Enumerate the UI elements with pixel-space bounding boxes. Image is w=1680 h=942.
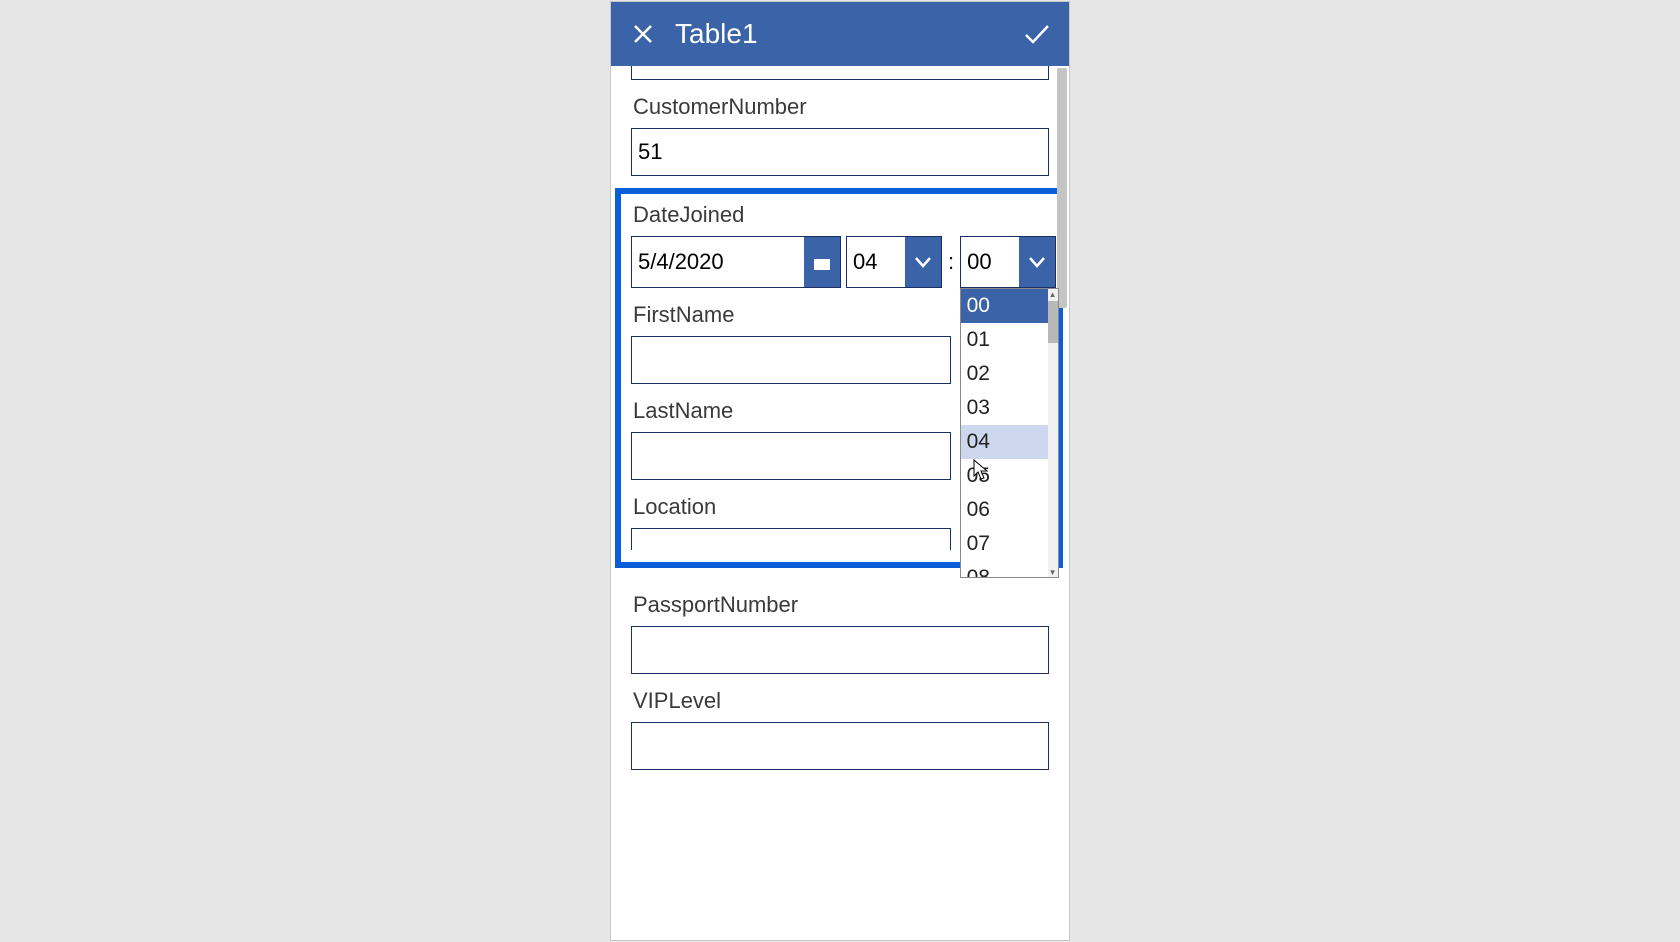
vip-input[interactable] xyxy=(631,722,1049,770)
hour-input[interactable] xyxy=(847,237,905,287)
time-separator: : xyxy=(947,249,955,275)
hour-dropdown-button[interactable] xyxy=(905,237,941,287)
location-input[interactable] xyxy=(631,528,951,550)
check-icon xyxy=(1023,23,1051,45)
field-passport: PassportNumber xyxy=(631,592,1049,674)
form-scroll-thumb[interactable] xyxy=(1057,68,1067,308)
chevron-down-icon xyxy=(1028,256,1046,268)
chevron-down-icon xyxy=(914,256,932,268)
first-name-input[interactable] xyxy=(631,336,951,384)
minute-option[interactable]: 08 xyxy=(961,561,1058,578)
minute-input[interactable] xyxy=(961,237,1019,287)
field-name xyxy=(631,66,1049,80)
title-bar: Table1 xyxy=(611,2,1069,66)
customer-number-input[interactable] xyxy=(631,128,1049,176)
vip-label: VIPLevel xyxy=(633,688,1049,714)
close-icon xyxy=(632,23,654,45)
last-name-input[interactable] xyxy=(631,432,951,480)
minute-option[interactable]: 05 xyxy=(961,459,1058,493)
passport-label: PassportNumber xyxy=(633,592,1049,618)
passport-input[interactable] xyxy=(631,626,1049,674)
form-scroll-area: CustomerNumber DateJoined xyxy=(611,66,1069,940)
minute-option[interactable]: 07 xyxy=(961,527,1058,561)
calendar-icon xyxy=(813,253,831,271)
field-vip: VIPLevel xyxy=(631,688,1049,770)
minute-option[interactable]: 01 xyxy=(961,323,1058,357)
dropdown-scrollbar[interactable]: ▲ ▼ xyxy=(1048,289,1058,577)
page-title: Table1 xyxy=(675,18,1019,50)
minute-dropdown-button[interactable] xyxy=(1019,237,1055,287)
app-frame: Table1 CustomerNumber DateJoined xyxy=(610,1,1070,941)
minute-option[interactable]: 02 xyxy=(961,357,1058,391)
minute-picker: 000102030405060708 ▲ ▼ xyxy=(960,236,1056,288)
hour-picker xyxy=(846,236,942,288)
calendar-button[interactable] xyxy=(804,237,840,287)
field-customer-number: CustomerNumber xyxy=(631,94,1049,176)
confirm-button[interactable] xyxy=(1019,16,1055,52)
dropdown-scroll-thumb[interactable] xyxy=(1048,301,1058,343)
name-input[interactable] xyxy=(631,66,1049,80)
minute-option[interactable]: 06 xyxy=(961,493,1058,527)
date-field xyxy=(631,236,841,288)
date-joined-label: DateJoined xyxy=(633,202,1047,228)
scroll-up-icon[interactable]: ▲ xyxy=(1048,289,1058,299)
highlighted-section: DateJoined : xyxy=(615,188,1063,568)
minute-option[interactable]: 00 xyxy=(961,289,1058,323)
minute-option[interactable]: 04 xyxy=(961,425,1058,459)
minute-option[interactable]: 03 xyxy=(961,391,1058,425)
date-time-row: : 000102030405060708 ▲ ▼ xyxy=(631,236,1047,288)
scroll-down-icon[interactable]: ▼ xyxy=(1048,567,1058,577)
date-input[interactable] xyxy=(632,237,804,287)
customer-number-label: CustomerNumber xyxy=(633,94,1049,120)
minute-dropdown-list[interactable]: 000102030405060708 ▲ ▼ xyxy=(960,288,1059,578)
close-button[interactable] xyxy=(625,16,661,52)
